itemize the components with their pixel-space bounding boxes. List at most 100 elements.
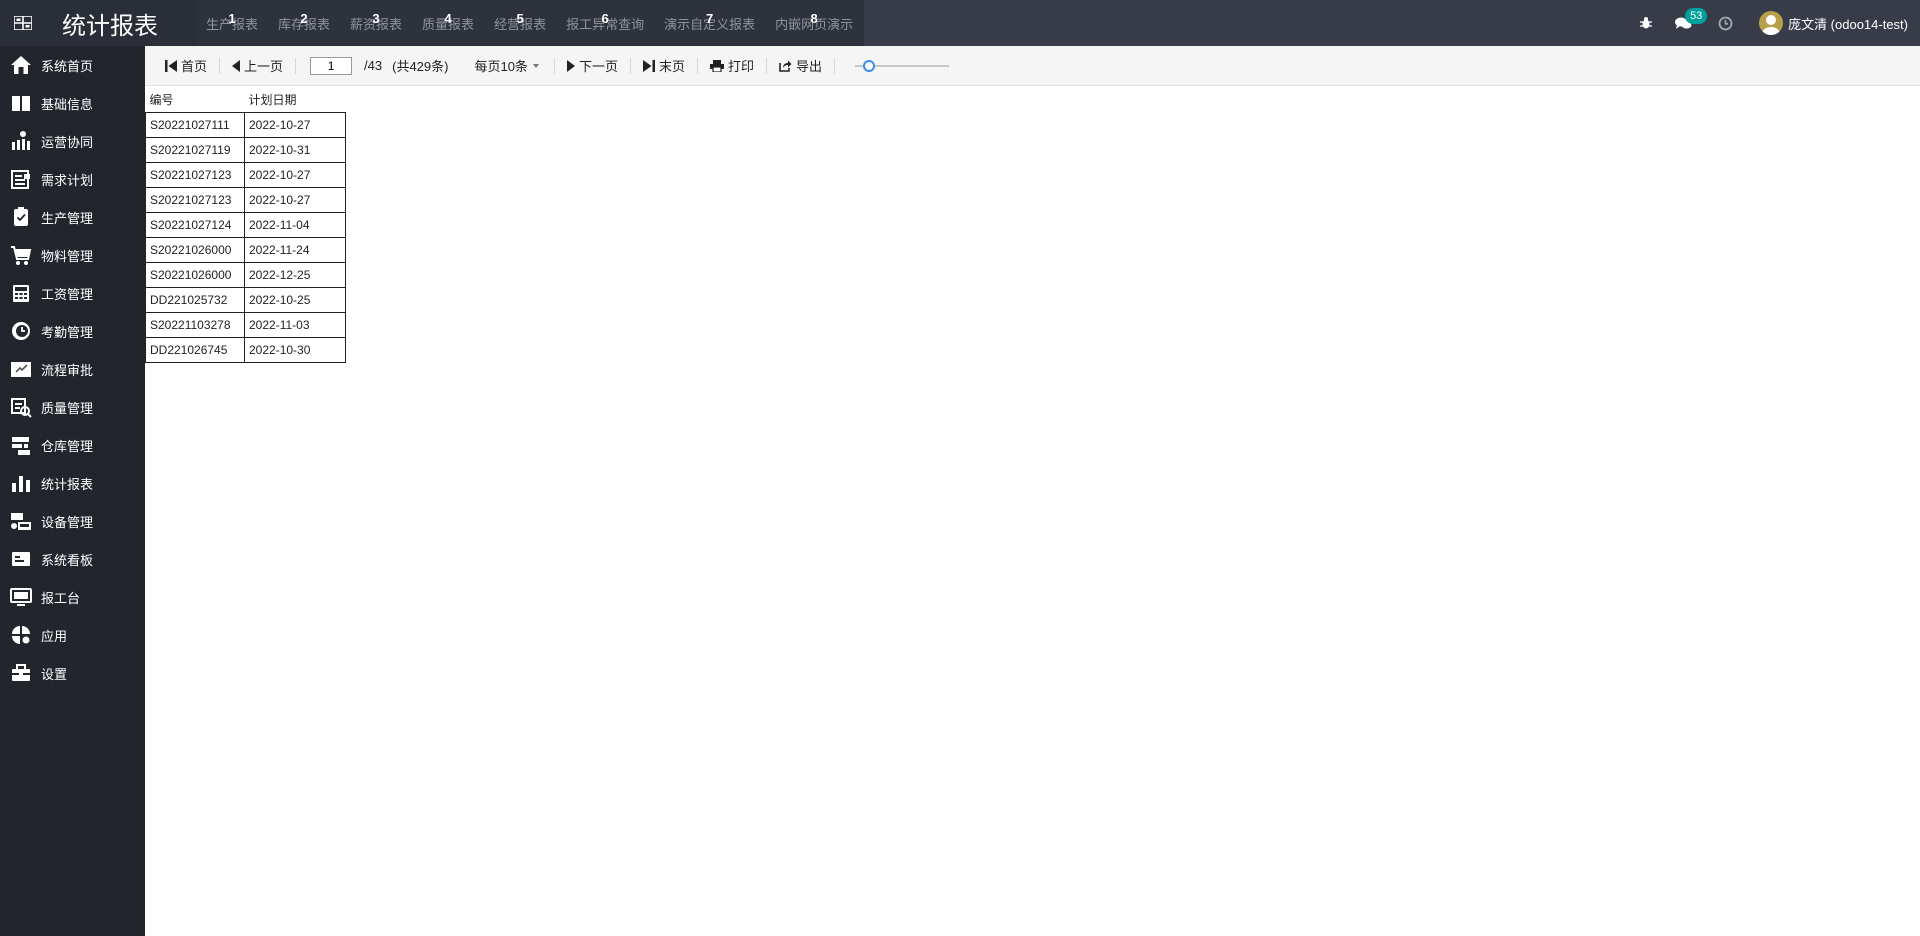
- toolbox-icon: [12, 664, 30, 681]
- debug-bug-button[interactable]: [1639, 16, 1653, 30]
- grid-menu-icon: [14, 16, 32, 30]
- sidebar-item-label: 应用: [41, 628, 68, 644]
- cell-number: S20221026000: [145, 236, 245, 263]
- cell-plan-date: 2022-10-27: [244, 161, 346, 188]
- top-menu-item[interactable]: 经营报表 5: [494, 10, 546, 33]
- caret-down-icon: [532, 63, 539, 68]
- quality-icon: [11, 398, 32, 418]
- sidebar-item[interactable]: 基础信息: [0, 84, 145, 122]
- sidebar-item[interactable]: 工资管理: [0, 274, 145, 312]
- zoom-slider[interactable]: [855, 59, 949, 73]
- column-header-number: 编号: [149, 93, 174, 108]
- sidebar-item-label: 生产管理: [41, 210, 94, 226]
- export-button[interactable]: 导出: [779, 56, 822, 75]
- messages-button[interactable]: 53: [1675, 7, 1708, 31]
- shortcut-key-hint: 6: [601, 10, 609, 26]
- approval-icon: [11, 362, 31, 377]
- sidebar-item[interactable]: 生产管理: [0, 198, 145, 236]
- sidebar-item[interactable]: 质量管理: [0, 388, 145, 426]
- first-page-icon: [165, 59, 177, 72]
- top-menu-item[interactable]: 质量报表 4: [422, 11, 474, 33]
- sidebar-item-label: 考勤管理: [41, 324, 94, 340]
- sidebar-item[interactable]: 流程审批: [0, 350, 145, 388]
- top-menu-item[interactable]: 薪资报表 3: [350, 11, 402, 33]
- sidebar-item-label: 基础信息: [41, 96, 94, 112]
- sidebar-item[interactable]: 报工台: [0, 578, 145, 616]
- next-page-button[interactable]: 下一页: [566, 56, 618, 75]
- report-content: 编号 计划日期 S20221027111 2022-10-27 S202210271…: [145, 88, 1920, 363]
- cell-plan-date: 2022-10-25: [244, 286, 346, 313]
- bug-icon: [1640, 17, 1653, 29]
- cell-number: S20221027119: [145, 136, 245, 163]
- clock-icon: [12, 322, 30, 340]
- sidebar: 系统首页基础信息运营协同 需求计划生产管理物料管理 工资管理考勤管理流程审批 质量管理…: [0, 46, 145, 936]
- prev-page-button[interactable]: 上一页: [232, 56, 283, 75]
- report-table: 编号 计划日期 S20221027111 2022-10-27 S202210271…: [145, 88, 346, 363]
- page-number-input[interactable]: [310, 56, 353, 75]
- table-row: DD221025732 2022-10-25: [145, 286, 346, 313]
- activities-button[interactable]: [1718, 16, 1733, 31]
- sidebar-item[interactable]: 物料管理: [0, 236, 145, 274]
- cell-plan-date: 2022-12-25: [244, 261, 346, 288]
- toolbar-divider: [696, 57, 698, 74]
- sidebar-item[interactable]: 系统看板: [0, 540, 145, 578]
- top-menu-item[interactable]: 库存报表 2: [278, 11, 330, 33]
- table-header-row: 编号 计划日期: [146, 88, 346, 112]
- cell-plan-date: 2022-10-27: [244, 111, 346, 138]
- report-main: 首页 上一页 /43 (共429条) 每页10条 下一页 末页 打印: [145, 46, 1920, 936]
- top-menu-item[interactable]: 生产报表 1: [206, 11, 258, 33]
- top-menu-item[interactable]: 内嵌网页演示 8: [775, 11, 853, 33]
- sidebar-item[interactable]: 仓库管理: [0, 426, 145, 464]
- cell-number: S20221103278: [145, 311, 245, 338]
- user-name: 庞文清 (odoo14-test): [1788, 16, 1908, 32]
- sidebar-item-label: 设置: [41, 666, 68, 682]
- top-menu: 生产报表 1 库存报表 2 薪资报表 3 质量报表 4 经营报表 5 报工异常查询 6 演示自定义报表 7…: [196, 0, 864, 46]
- operations-icon: [12, 131, 30, 150]
- cell-number: S20221026000: [145, 261, 245, 288]
- sidebar-item[interactable]: 运营协同: [0, 122, 145, 160]
- dashboard-icon: [12, 552, 30, 566]
- warehouse-icon: [12, 437, 30, 455]
- cell-number: S20221027123: [145, 161, 245, 188]
- caret-right-icon: [566, 59, 575, 72]
- home-icon: [11, 56, 31, 74]
- sidebar-item[interactable]: 设置: [0, 654, 145, 692]
- apps-menu-button[interactable]: [0, 0, 46, 46]
- first-page-button[interactable]: 首页: [165, 56, 207, 75]
- top-menu-item[interactable]: 演示自定义报表 7: [664, 11, 755, 33]
- toolbar-divider: [629, 57, 631, 74]
- shortcut-key-hint: 5: [516, 10, 524, 26]
- user-silhouette-icon: [1762, 15, 1781, 35]
- sidebar-item-label: 仓库管理: [41, 438, 94, 454]
- book-icon: [12, 96, 30, 111]
- report-table-body: S20221027111 2022-10-27 S20221027119 2022-1…: [145, 111, 346, 363]
- sidebar-item[interactable]: 统计报表: [0, 464, 145, 502]
- calculator-icon: [13, 285, 29, 302]
- table-row: S20221027124 2022-11-04: [145, 211, 346, 238]
- caret-left-icon: [232, 59, 241, 72]
- print-button[interactable]: 打印: [709, 56, 754, 75]
- user-menu[interactable]: 庞文清 (odoo14-test): [1759, 11, 1908, 35]
- zoom-slider-handle[interactable]: [863, 59, 876, 72]
- last-page-button[interactable]: 末页: [642, 56, 685, 75]
- sidebar-item[interactable]: 应用: [0, 616, 145, 654]
- sidebar-item[interactable]: 设备管理: [0, 502, 145, 540]
- cart-icon: [11, 246, 32, 265]
- per-page-dropdown[interactable]: 每页10条: [474, 56, 541, 75]
- sidebar-item-label: 设备管理: [41, 514, 94, 530]
- last-page-icon: [642, 59, 655, 72]
- cell-number: S20221027111: [145, 111, 245, 138]
- sidebar-item[interactable]: 需求计划: [0, 160, 145, 198]
- cell-plan-date: 2022-10-30: [244, 336, 346, 363]
- toolbar-divider: [295, 57, 297, 74]
- page-total: /43: [364, 58, 383, 73]
- cell-number: DD221025732: [145, 286, 245, 313]
- cell-number: S20221027123: [145, 186, 245, 213]
- toolbar-divider: [834, 57, 835, 74]
- clipboard-icon: [14, 207, 28, 226]
- top-menu-item[interactable]: 报工异常查询 6: [566, 10, 644, 33]
- sidebar-item[interactable]: 考勤管理: [0, 312, 145, 350]
- table-row: S20221027111 2022-10-27: [145, 111, 346, 138]
- sidebar-item-label: 系统首页: [41, 58, 94, 74]
- sidebar-item[interactable]: 系统首页: [0, 46, 145, 84]
